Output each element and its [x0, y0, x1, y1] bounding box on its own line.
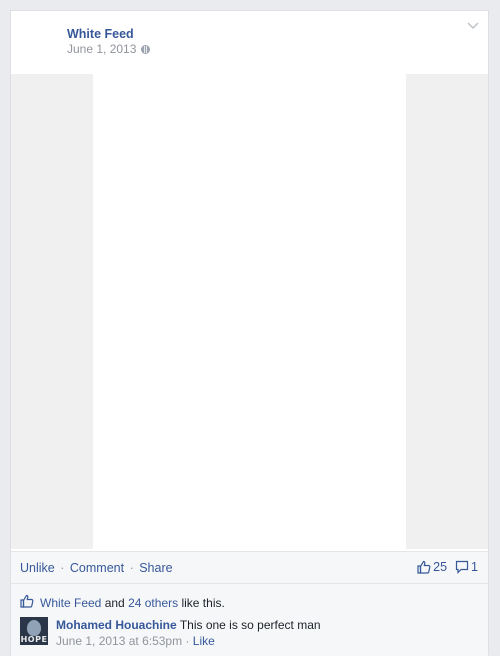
post-actions-bar: Unlike · Comment · Share 25 1 — [11, 551, 488, 584]
post-date-row: June 1, 2013 — [67, 42, 151, 56]
comment-author-link[interactable]: Mohamed Houachine — [56, 618, 177, 632]
separator: · — [60, 561, 65, 575]
image-side-left — [11, 74, 93, 549]
post-card: White Feed June 1, 2013 Unlike · Comment… — [10, 10, 489, 656]
avatar-face — [27, 620, 41, 636]
comment-text: This one is so perfect man — [179, 618, 321, 632]
page-name-link[interactable]: White Feed — [67, 27, 134, 41]
likes-summary: White Feed and 24 others like this. — [20, 594, 225, 611]
image-side-right — [406, 74, 488, 549]
comment-item: HOPE Mohamed Houachine This one is so pe… — [20, 617, 321, 649]
comment-count-button[interactable]: 1 — [455, 560, 478, 574]
feedback-section: White Feed and 24 others like this. HOPE… — [11, 584, 488, 656]
comment-timestamp[interactable]: June 1, 2013 at 6:53pm — [56, 634, 182, 648]
like-count: 25 — [433, 560, 448, 574]
comment-bubble-icon — [455, 560, 469, 574]
post-image[interactable] — [11, 74, 488, 549]
likes-suffix-text: like this. — [181, 595, 225, 610]
separator: · — [185, 634, 190, 648]
like-count-button[interactable]: 25 — [417, 560, 447, 574]
thumbs-up-icon — [20, 594, 34, 611]
unlike-button[interactable]: Unlike — [20, 561, 55, 575]
comment-button[interactable]: Comment — [70, 561, 124, 575]
likes-and-text: and — [104, 595, 125, 610]
comment-meta: June 1, 2013 at 6:53pm · Like — [56, 633, 321, 649]
thumbs-up-icon — [417, 560, 431, 574]
comment-like-button[interactable]: Like — [193, 634, 215, 648]
post-header: White Feed June 1, 2013 — [11, 11, 488, 75]
separator: · — [129, 561, 134, 575]
avatar-text: HOPE — [20, 635, 48, 644]
others-link[interactable]: 24 others — [128, 596, 178, 610]
chevron-down-icon[interactable] — [466, 21, 480, 31]
post-actions: Unlike · Comment · Share — [20, 561, 173, 575]
globe-icon — [141, 44, 151, 54]
comment-count: 1 — [471, 560, 478, 574]
liker-name-link[interactable]: White Feed — [40, 596, 101, 610]
post-counts: 25 1 — [417, 560, 478, 574]
post-date[interactable]: June 1, 2013 — [67, 42, 136, 56]
image-center — [93, 74, 406, 549]
comment-body: Mohamed Houachine This one is so perfect… — [56, 617, 321, 649]
share-button[interactable]: Share — [139, 561, 172, 575]
avatar[interactable]: HOPE — [20, 617, 48, 645]
